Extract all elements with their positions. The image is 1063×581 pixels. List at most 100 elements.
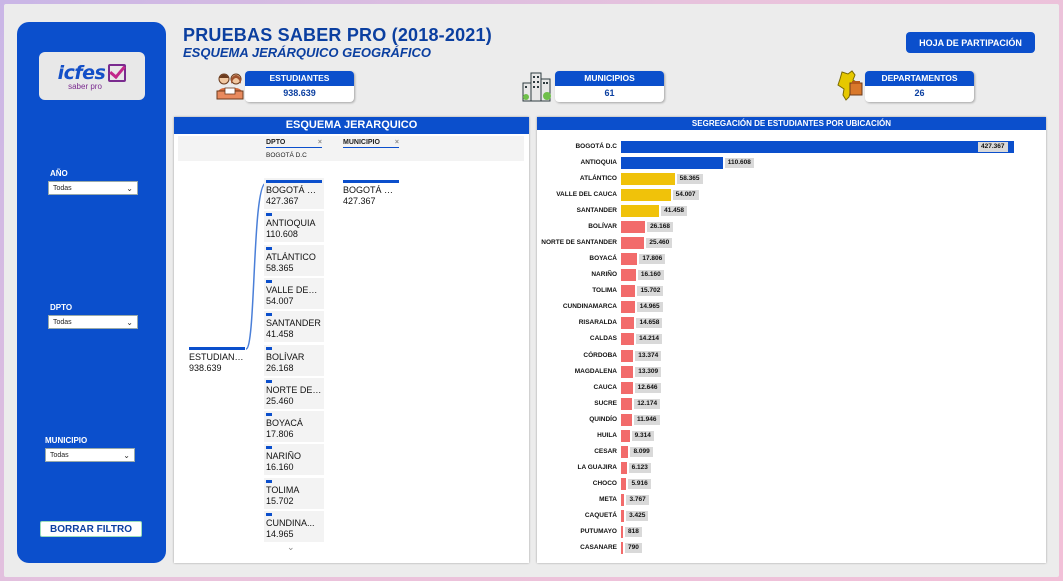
year-dropdown[interactable]: Todas ⌄ <box>48 181 138 195</box>
students-icon <box>216 73 244 100</box>
tree-node-name: ATLÁNTICO <box>266 251 316 262</box>
bar-value-label: 5.916 <box>628 478 651 489</box>
bar-mark[interactable] <box>621 189 671 202</box>
bar-mark[interactable] <box>621 525 623 538</box>
bar-category-label: BOGOTÁ D.C <box>575 143 617 150</box>
tree-node-bar <box>266 279 272 283</box>
tree-node-value: 16.160 <box>266 462 294 473</box>
tree-node-name: BOGOTÁ D.C <box>343 185 399 195</box>
bar-category-label: VALLE DEL CAUCA <box>556 191 617 199</box>
tree-root-node[interactable]: ESTUDIANT... 938.639 <box>189 347 245 374</box>
tree-node-value: 110.608 <box>266 229 298 240</box>
bar-value-label: 427.367 <box>978 142 1008 152</box>
bar-value-label: 13.374 <box>635 350 662 361</box>
participation-sheet-button[interactable]: HOJA DE PARTIPACIÓN <box>906 32 1035 53</box>
bar-mark[interactable] <box>621 461 627 474</box>
bar-mark[interactable] <box>621 157 723 170</box>
bar-mark[interactable] <box>621 542 623 554</box>
bar-category-label: CHOCO <box>592 479 617 487</box>
bar-mark[interactable] <box>621 173 675 186</box>
bar-category-label: BOLÍVAR <box>588 223 617 231</box>
tree-node-name: BOGOTÁ D.C <box>266 185 322 195</box>
bar-mark[interactable] <box>621 317 635 330</box>
bar-value-label: 26.168 <box>647 222 673 233</box>
tree-node-bar <box>266 246 272 250</box>
tree-dpto-node[interactable]: CUNDINA... 14.965 <box>266 513 322 540</box>
tree-node-bar <box>266 313 272 317</box>
bar-category-label: PUTUMAYO <box>580 527 617 535</box>
bar-mark[interactable] <box>621 365 634 378</box>
bar-value-label: 110.608 <box>724 158 754 169</box>
year-dropdown-value: Todas <box>53 184 72 192</box>
tree-municipio-node[interactable]: BOGOTÁ D.C 427.367 <box>343 180 399 207</box>
bar-category-label: CALDAS <box>589 335 617 343</box>
bar-category-label: ATLÁNTICO <box>579 175 617 183</box>
tree-dpto-node[interactable]: BOLÍVAR 26.168 <box>266 346 322 374</box>
tree-dpto-node[interactable]: SANTANDER 41.458 <box>266 313 322 340</box>
bar-value-label: 11.946 <box>633 414 660 425</box>
tree-node-name: ANTIOQUIA <box>266 218 316 229</box>
bar-mark[interactable] <box>621 509 625 522</box>
tree-dpto-node[interactable]: TOLIMA 15.702 <box>266 479 322 507</box>
icfes-logo: icfes saber pro <box>39 52 145 100</box>
bar-mark[interactable] <box>621 205 660 218</box>
bar-value-label: 17.806 <box>639 254 666 265</box>
kpi-card-departamentos: DEPARTAMENTOS 26 <box>865 71 974 102</box>
chevron-down-icon: ⌄ <box>126 183 133 193</box>
tree-node-bar <box>266 413 272 417</box>
filter-label-dpto: DPTO <box>50 303 73 312</box>
tree-node-value: 54.007 <box>266 295 294 306</box>
bar-category-label: HUILA <box>597 431 617 439</box>
dpto-dropdown[interactable]: Todas ⌄ <box>48 315 138 329</box>
bar-mark[interactable] <box>621 221 646 234</box>
tree-node-bar <box>266 180 322 183</box>
bar-category-label: CASANARE <box>580 544 617 551</box>
bar-mark[interactable] <box>621 445 629 458</box>
bar-category-label: CAUCA <box>593 383 617 391</box>
tree-node-name: NARIÑO <box>266 451 302 462</box>
chevron-down-icon[interactable]: ⌄ <box>287 542 295 553</box>
location-chart-panel: SEGREGACIÓN DE ESTUDIANTES POR UBICACIÓN… <box>537 117 1046 563</box>
bar-mark[interactable] <box>621 141 1014 153</box>
tree-dpto-node[interactable]: BOGOTÁ D.C 427.367 <box>266 180 322 207</box>
tree-dpto-node[interactable]: NARIÑO 16.160 <box>266 446 322 473</box>
tree-dpto-node[interactable]: ATLÁNTICO 58.365 <box>266 246 322 274</box>
tree-dpto-node[interactable]: VALLE DEL ... 54.007 <box>266 279 322 307</box>
buildings-icon <box>522 72 551 102</box>
page-subtitle: ESQUEMA JERÁRQUICO GEOGRÁFICO <box>183 45 431 60</box>
bar-mark[interactable] <box>621 349 634 362</box>
bar-chart: BOGOTÁ D.C 427.367 ANTIOQUIA 110.608 ATLÁNTI… <box>537 117 1046 563</box>
tree-node-name: ESTUDIANT... <box>189 352 245 362</box>
bar-category-label: CUNDINAMARCA <box>562 303 617 311</box>
tree-node-name: NORTE DE ... <box>266 384 322 395</box>
bar-mark[interactable] <box>621 429 630 442</box>
bar-mark[interactable] <box>621 333 635 346</box>
logo-text: icfes <box>57 61 106 84</box>
kpi-departamentos-label: DEPARTAMENTOS <box>865 71 974 86</box>
municipio-dropdown-value: Todas <box>50 451 69 459</box>
bar-mark[interactable] <box>621 237 645 250</box>
tree-dpto-node[interactable]: ANTIOQUIA 110.608 <box>266 213 322 240</box>
municipio-dropdown[interactable]: Todas ⌄ <box>45 448 135 462</box>
tree-node-name: VALLE DEL ... <box>266 284 322 295</box>
bar-mark[interactable] <box>621 493 625 506</box>
tree-dpto-node[interactable]: NORTE DE ... 25.460 <box>266 379 322 407</box>
tree-node-bar <box>189 347 245 350</box>
bar-mark[interactable] <box>621 301 635 314</box>
clear-filter-button[interactable]: BORRAR FILTRO <box>40 521 142 537</box>
bar-mark[interactable] <box>621 397 633 410</box>
chevron-down-icon: ⌄ <box>123 450 130 460</box>
bar-mark[interactable] <box>621 253 638 266</box>
bar-category-label: SANTANDER <box>576 207 617 215</box>
bar-mark[interactable] <box>621 381 633 394</box>
bar-mark[interactable] <box>621 269 636 282</box>
tree-node-bar <box>266 379 272 383</box>
bar-mark[interactable] <box>621 285 636 298</box>
tree-node-value: 15.702 <box>266 495 294 506</box>
bar-mark[interactable] <box>621 413 632 426</box>
filter-label-year: AÑO <box>50 169 68 178</box>
bar-value-label: 6.123 <box>628 462 651 473</box>
dpto-dropdown-value: Todas <box>53 318 72 326</box>
tree-dpto-node[interactable]: BOYACÁ 17.806 <box>266 413 322 440</box>
bar-mark[interactable] <box>621 477 627 490</box>
